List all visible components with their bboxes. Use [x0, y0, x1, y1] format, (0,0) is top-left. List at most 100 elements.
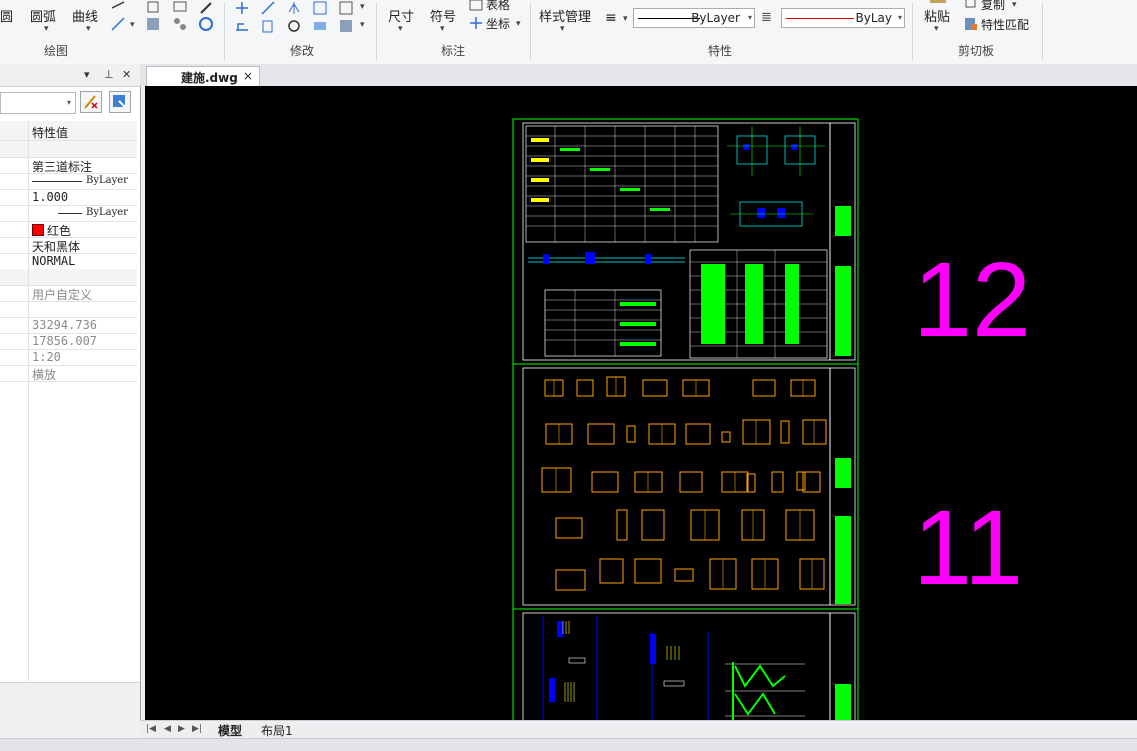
block-icon[interactable]: [172, 0, 188, 16]
property-row-scale[interactable]: 1.000: [0, 189, 137, 206]
separator: [224, 2, 225, 60]
trim-icon[interactable]: [260, 0, 276, 16]
property-row[interactable]: [0, 301, 137, 318]
property-row-color[interactable]: 红色: [0, 221, 137, 238]
paste-button[interactable]: 粘贴: [924, 6, 950, 25]
palette-menu-icon[interactable]: ▾: [84, 68, 90, 81]
property-row-style[interactable]: NORMAL: [0, 253, 137, 270]
match-properties-button[interactable]: 特性匹配: [981, 16, 1029, 33]
property-row-linetype[interactable]: ByLayer: [0, 173, 137, 190]
title-block-text: [835, 206, 851, 720]
dimension-button[interactable]: 尺寸: [388, 6, 414, 25]
modify-dropdown-icon[interactable]: ▾: [360, 2, 365, 12]
annotate-group-label: 标注: [440, 44, 465, 58]
group-icon[interactable]: [172, 16, 188, 32]
property-row-position-y[interactable]: 17856.007: [0, 333, 137, 350]
stretch-icon[interactable]: [234, 18, 250, 34]
separator: [912, 2, 913, 60]
chevron-down-icon: ▾: [66, 98, 71, 107]
linetype-sample: [32, 181, 82, 182]
toggle-pickadd-button[interactable]: [80, 91, 102, 113]
color-select[interactable]: ByLay ▾: [781, 8, 905, 28]
property-value: 17856.007: [32, 334, 98, 348]
lineweight-dropdown-icon[interactable]: ▾: [623, 14, 628, 24]
curve-dropdown-icon[interactable]: ▾: [86, 24, 91, 34]
rotate-icon[interactable]: [286, 18, 302, 34]
property-section-row[interactable]: [0, 269, 137, 286]
tab-layout1[interactable]: 布局1: [261, 722, 293, 739]
prev-layout-icon[interactable]: ◀: [164, 724, 171, 734]
copy-object-icon[interactable]: [260, 18, 276, 34]
property-row-orientation[interactable]: 横放: [0, 365, 137, 382]
offset-icon[interactable]: [312, 18, 328, 34]
copy-dropdown-icon[interactable]: ▾: [1012, 0, 1017, 10]
coord-button[interactable]: 坐标: [486, 15, 510, 32]
shape-icon[interactable]: [145, 0, 161, 16]
symbol-button[interactable]: 符号: [430, 6, 456, 25]
region-icon[interactable]: [198, 16, 214, 32]
last-layout-icon[interactable]: ▶|: [192, 724, 202, 734]
separator: [1042, 2, 1043, 60]
polyline-icon[interactable]: [110, 16, 126, 32]
table-button[interactable]: 表格: [486, 0, 510, 13]
scale-icon[interactable]: [338, 18, 354, 34]
explode-icon[interactable]: [338, 0, 354, 16]
arc-button[interactable]: 圆弧: [30, 6, 56, 25]
match-properties-icon[interactable]: [963, 16, 979, 32]
lineweight-icon[interactable]: ≡: [605, 10, 617, 26]
mirror-icon[interactable]: [286, 0, 302, 16]
drawing-svg: 12 11: [512, 118, 1031, 720]
window-elevations: [541, 376, 827, 591]
quick-select-button[interactable]: [109, 91, 131, 113]
curve-button[interactable]: 曲线: [72, 6, 98, 25]
ribbon: 圆 圆弧 ▾ 曲线 ▾ ▾ 绘图 ▾ ▾ 修改 尺寸 ▾ 符号 ▾ 表格 坐标 …: [0, 0, 1137, 65]
property-value: ByLayer: [86, 207, 128, 218]
object-type-select[interactable]: ▾: [0, 92, 76, 114]
tab-model[interactable]: 模型: [218, 722, 242, 739]
property-row-lineweight[interactable]: ByLayer: [0, 205, 137, 222]
modify-dropdown2-icon[interactable]: ▾: [360, 20, 365, 30]
paste-icon[interactable]: [928, 0, 948, 4]
drawing-canvas[interactable]: 12 11: [145, 86, 1137, 720]
first-layout-icon[interactable]: |◀: [146, 724, 156, 734]
color-value: ByLay: [855, 11, 892, 25]
line-dropdown-icon[interactable]: ▾: [130, 20, 135, 30]
circle-button[interactable]: 圆: [0, 6, 13, 25]
close-icon[interactable]: ✕: [122, 68, 131, 81]
symbol-dropdown-icon[interactable]: ▾: [440, 24, 445, 34]
property-row-font[interactable]: 天和黑体: [0, 237, 137, 254]
move-icon[interactable]: [234, 0, 250, 16]
linetype-select[interactable]: ByLayer ▾: [633, 8, 755, 28]
pin-icon[interactable]: ⊥: [104, 68, 114, 81]
coord-dropdown-icon[interactable]: ▾: [516, 19, 521, 29]
document-tab-bar: [140, 64, 1137, 86]
lineweight-sample: [58, 213, 82, 214]
modify-group-label: 修改: [289, 44, 314, 58]
next-layout-icon[interactable]: ▶: [178, 724, 185, 734]
line-icon[interactable]: [110, 0, 126, 16]
copy-button[interactable]: 复制: [981, 0, 1005, 13]
properties-header-row: 特性值: [0, 121, 137, 141]
array-icon[interactable]: [312, 0, 328, 16]
property-row[interactable]: 用户自定义: [0, 285, 137, 302]
property-row-scale-ratio[interactable]: 1:20: [0, 349, 137, 366]
coord-icon[interactable]: [468, 15, 484, 31]
copy-icon[interactable]: [963, 0, 979, 10]
document-tab[interactable]: 建施.dwg ×: [146, 66, 260, 86]
paste-dropdown-icon[interactable]: ▾: [934, 24, 939, 34]
arc-dropdown-icon[interactable]: ▾: [44, 24, 49, 34]
close-icon[interactable]: ×: [243, 69, 253, 83]
property-row[interactable]: 第三道标注: [0, 157, 137, 174]
status-bar: [0, 738, 1137, 751]
color-preview: [786, 18, 854, 19]
palette-header: ▾ ⊥ ✕: [0, 64, 140, 87]
dimension-dropdown-icon[interactable]: ▾: [398, 24, 403, 34]
edit-icon[interactable]: [198, 0, 214, 16]
property-section-row[interactable]: [0, 141, 137, 158]
lineweight-list-icon[interactable]: ≣: [761, 10, 772, 25]
style-manager-dropdown-icon[interactable]: ▾: [560, 24, 565, 34]
hatch-icon[interactable]: [145, 16, 161, 32]
table-icon[interactable]: [468, 0, 484, 12]
property-row-position-x[interactable]: 33294.736: [0, 317, 137, 334]
style-manager-button[interactable]: 样式管理: [539, 6, 591, 25]
